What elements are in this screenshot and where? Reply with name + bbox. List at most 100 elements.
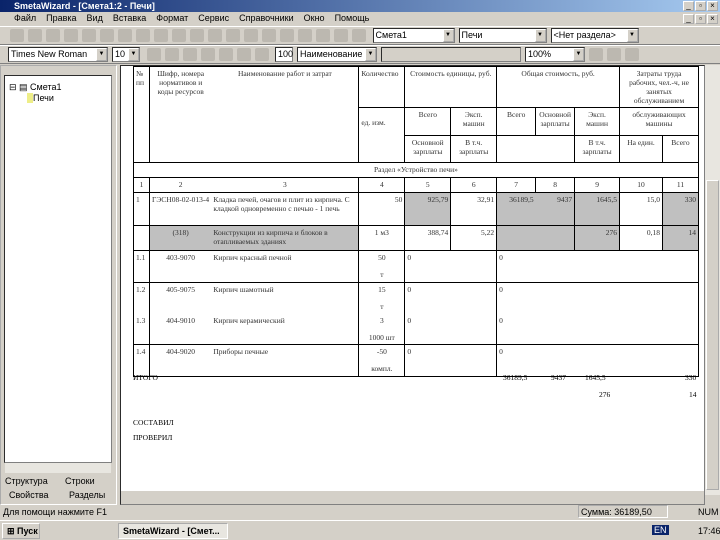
tree-item-child[interactable]: Печи xyxy=(9,93,107,103)
align-center-icon[interactable] xyxy=(218,48,233,61)
tool-icon[interactable] xyxy=(334,29,348,42)
tool-icon[interactable] xyxy=(280,29,294,42)
tree-item-root[interactable]: ⊟ ▤ Смета1 xyxy=(9,82,107,93)
size-combo[interactable]: 10 ▼ xyxy=(112,47,140,62)
scroll-thumb[interactable] xyxy=(706,180,719,490)
chevron-down-icon: ▼ xyxy=(626,29,638,42)
menu-references[interactable]: Справочники xyxy=(239,13,294,23)
tool-icon[interactable] xyxy=(172,29,186,42)
column-number: 10 xyxy=(619,177,663,193)
menu-bar: Файл Правка Вид Вставка Формат Сервис Справочн… xyxy=(0,12,720,25)
table-row[interactable]: 1.3 404-9010 Кирпич керамический 3 1000 шт 0 0 xyxy=(133,313,699,345)
hdr-total: Всего xyxy=(661,135,700,163)
cell-n: 1.3 xyxy=(136,315,146,325)
tree-child-label: Печи xyxy=(33,93,54,103)
cell-c5: 0 xyxy=(407,315,412,325)
cell-name: Кирпич красный печной xyxy=(213,253,292,262)
doc-vscrollbar[interactable] xyxy=(705,65,720,495)
section-combo[interactable]: <Нет раздела> ▼ xyxy=(550,28,639,43)
preview-icon[interactable] xyxy=(82,29,96,42)
name-field[interactable]: Наименование ▼ xyxy=(297,47,378,62)
cell-qty: -50 xyxy=(376,347,387,356)
cell-8: 9437 xyxy=(535,192,576,226)
hdr-mach2: Эксп. машин xyxy=(574,107,621,136)
menu-help[interactable]: Помощь xyxy=(335,13,370,23)
doc-restore-button[interactable]: ▫ xyxy=(695,14,706,24)
tool-icon[interactable] xyxy=(352,29,366,42)
tool-icon[interactable] xyxy=(262,29,276,42)
menu-insert[interactable]: Вставка xyxy=(113,13,146,23)
table-row[interactable]: 1.2 405-9075 Кирпич шамотный 15 т 0 0 xyxy=(133,282,699,314)
column-number: 3 xyxy=(211,177,360,193)
cut-icon[interactable] xyxy=(100,29,114,42)
cell-c7: 0 xyxy=(499,347,503,356)
cell-name: Кирпич шамотный xyxy=(213,285,274,294)
zoom-out-icon[interactable] xyxy=(607,48,622,61)
close-button[interactable]: × xyxy=(707,1,718,11)
font-combo[interactable]: Times New Roman ▼ xyxy=(8,47,108,62)
tool-icon[interactable] xyxy=(154,29,168,42)
total-9b: 276 xyxy=(599,390,611,399)
status-mode: NUM xyxy=(698,507,719,517)
doc-minimize-button[interactable]: _ xyxy=(683,14,694,24)
underline-icon[interactable] xyxy=(182,48,197,61)
tool-icon[interactable] xyxy=(298,29,312,42)
new-icon[interactable] xyxy=(10,29,24,42)
tree-hscrollbar[interactable] xyxy=(5,463,111,473)
status-bar: Для помощи нажмите F1 Сумма: 36189,50 ру… xyxy=(0,505,720,529)
zoom-fit-icon[interactable] xyxy=(625,48,640,61)
table-row[interactable]: 1.1 403-9070 Кирпич красный печной 50 т 0 0 xyxy=(133,250,699,283)
doc-hscrollbar[interactable] xyxy=(121,491,704,504)
tab-properties-label: Свойства xyxy=(9,490,49,500)
tool-icon[interactable] xyxy=(226,29,240,42)
align-left-icon[interactable] xyxy=(200,48,215,61)
bold-icon[interactable] xyxy=(146,48,161,61)
start-button[interactable]: ⊞ Пуск xyxy=(2,523,40,539)
tab-properties[interactable]: Свойства xyxy=(9,490,49,500)
paste-icon[interactable] xyxy=(136,29,150,42)
column-number: 5 xyxy=(404,177,452,193)
print-icon[interactable] xyxy=(64,29,78,42)
cell-qty: 50 xyxy=(378,253,386,262)
menu-file[interactable]: Файл xyxy=(14,13,36,23)
zoom-in-icon[interactable] xyxy=(589,48,604,61)
zoom-combo[interactable]: 100% ▼ xyxy=(525,47,586,62)
tab-rows[interactable]: Строки xyxy=(65,476,95,486)
chevron-down-icon: ▼ xyxy=(442,29,454,42)
zoom-value-field[interactable]: 100 xyxy=(275,47,293,62)
tool-icon[interactable] xyxy=(190,29,204,42)
smeta-combo[interactable]: Смета1 ▼ xyxy=(372,28,455,43)
table-row[interactable]: 1 ГЭСН08-02-013-4 Кладка печей, очагов и п… xyxy=(133,192,700,226)
cell-name: Приборы печные xyxy=(213,347,269,356)
language-indicator[interactable]: EN xyxy=(652,525,669,535)
tree-view: ⊟ ▤ Смета1 Печи xyxy=(4,75,112,463)
menu-service[interactable]: Сервис xyxy=(198,13,229,23)
table-row[interactable]: (318) Конструкции из кирпича и блоков в о… xyxy=(133,225,700,251)
total-7: 36189,5 xyxy=(503,373,528,382)
menu-edit[interactable]: Правка xyxy=(46,13,76,23)
tool-icon[interactable] xyxy=(208,29,222,42)
tab-structure[interactable]: Структура xyxy=(5,476,48,486)
tool-icon[interactable] xyxy=(316,29,330,42)
menu-view[interactable]: Вид xyxy=(87,13,103,23)
border-icon[interactable] xyxy=(254,48,269,61)
undo-icon[interactable] xyxy=(244,29,258,42)
menu-window[interactable]: Окно xyxy=(304,13,325,23)
align-justify-icon[interactable] xyxy=(236,48,251,61)
table-row[interactable]: 1.4 404-9020 Приборы печные -50 компл. 0 0 xyxy=(133,344,699,377)
save-icon[interactable] xyxy=(46,29,60,42)
maximize-button[interactable]: ▫ xyxy=(695,1,706,11)
task-button[interactable]: SmetaWizard - [Смет... xyxy=(118,523,228,539)
open-icon[interactable] xyxy=(28,29,42,42)
hdr-incl2: В т.ч. зарплаты xyxy=(574,135,621,163)
doc-close-button[interactable]: × xyxy=(707,14,718,24)
cell-code: 405-9075 xyxy=(166,285,196,294)
cell-c7: 0 xyxy=(499,285,503,294)
menu-format[interactable]: Формат xyxy=(156,13,188,23)
copy-icon[interactable] xyxy=(118,29,132,42)
tab-sections[interactable]: Разделы xyxy=(69,490,105,500)
cell-fields[interactable] xyxy=(381,47,522,62)
italic-icon[interactable] xyxy=(164,48,179,61)
minimize-button[interactable]: _ xyxy=(683,1,694,11)
object-combo[interactable]: Печи ▼ xyxy=(458,28,547,43)
